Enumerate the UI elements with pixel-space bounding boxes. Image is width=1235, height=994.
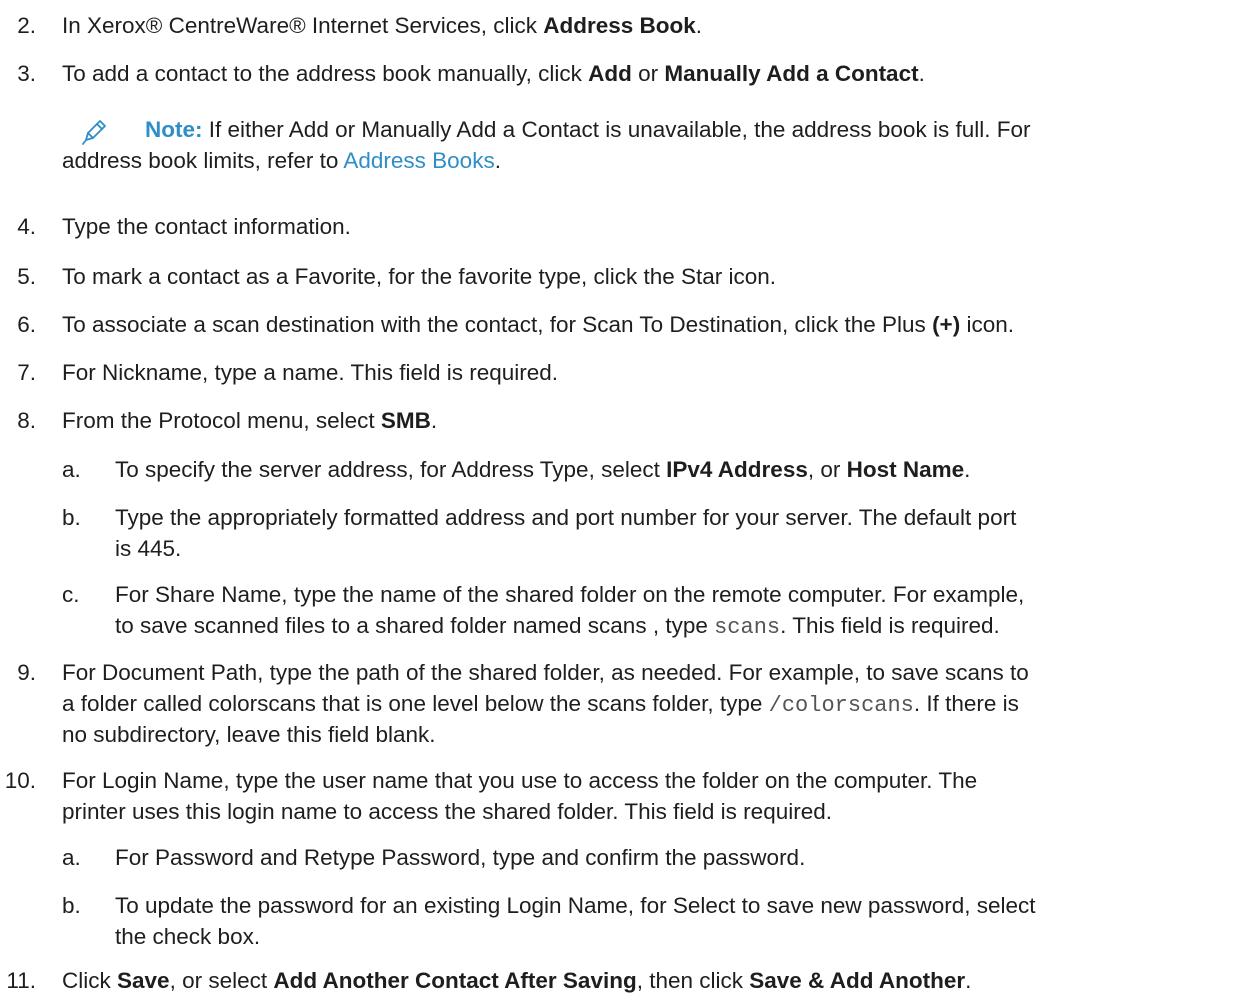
ui-term-ipv4-address: IPv4 Address bbox=[666, 457, 808, 482]
substep-letter: c. bbox=[62, 582, 80, 607]
step-text: For Nickname, type a name. This field is… bbox=[62, 360, 559, 385]
step-text: For Password and Retype Password, type a… bbox=[115, 845, 806, 870]
step-number: 8. bbox=[17, 408, 36, 433]
code-scans: scans bbox=[714, 615, 781, 640]
step-text: . This field is required. bbox=[780, 613, 1000, 638]
code-colorscans: /colorscans bbox=[768, 693, 914, 718]
step-text: For Login Name, type the user name that … bbox=[62, 768, 978, 793]
step-8c: c. For Share Name, type the name of the … bbox=[0, 579, 1235, 641]
step-8b: b. Type the appropriately formatted addr… bbox=[0, 502, 1235, 564]
note-text: address book limits, refer to bbox=[62, 148, 344, 173]
step-text: To update the password for an existing L… bbox=[115, 893, 1036, 918]
step-number: 10. bbox=[4, 768, 36, 793]
step-text: is 445. bbox=[115, 536, 182, 561]
step-number: 2. bbox=[17, 13, 36, 38]
step-10b: b. To update the password for an existin… bbox=[0, 890, 1235, 952]
step-text: , or select bbox=[169, 968, 274, 993]
step-number: 6. bbox=[17, 312, 36, 337]
ui-term-add-another-contact: Add Another Contact After Saving bbox=[273, 968, 637, 993]
step-text: a folder called colorscans that is one l… bbox=[62, 691, 769, 716]
ui-term-address-book: Address Book bbox=[543, 13, 696, 38]
punctuation: . bbox=[964, 457, 971, 482]
substep-letter: b. bbox=[62, 505, 81, 530]
step-text: printer uses this login name to access t… bbox=[62, 799, 832, 824]
punctuation: . bbox=[918, 61, 925, 86]
step-text: Type the contact information. bbox=[62, 214, 351, 239]
substep-letter: b. bbox=[62, 893, 81, 918]
step-text: To associate a scan destination with the… bbox=[62, 312, 933, 337]
step-text: From the Protocol menu, select bbox=[62, 408, 381, 433]
step-text: To add a contact to the address book man… bbox=[62, 61, 589, 86]
step-text: For Document Path, type the path of the … bbox=[62, 660, 1029, 685]
step-text: Type the appropriately formatted address… bbox=[115, 505, 1017, 530]
ui-term-smb: SMB bbox=[380, 408, 431, 433]
ui-term-manually-add-contact: Manually Add a Contact bbox=[664, 61, 919, 86]
ui-term-save-add-another: Save & Add Another bbox=[749, 968, 966, 993]
step-text: or bbox=[631, 61, 665, 86]
ui-term-host-name: Host Name bbox=[846, 457, 965, 482]
substep-letter: a. bbox=[62, 457, 81, 482]
punctuation: . bbox=[965, 968, 972, 993]
step-text: no subdirectory, leave this field blank. bbox=[62, 722, 436, 747]
ui-term-save: Save bbox=[117, 968, 170, 993]
step-number: 5. bbox=[17, 264, 36, 289]
ui-term-add: Add bbox=[588, 61, 632, 86]
note-block: Note: If either Add or Manually Add a Co… bbox=[0, 114, 1235, 184]
ui-term-plus: (+) bbox=[932, 312, 961, 337]
step-text: . If there is bbox=[913, 691, 1019, 716]
step-text: To specify the server address, for Addre… bbox=[115, 457, 667, 482]
step-text: , or bbox=[807, 457, 847, 482]
step-text: , then click bbox=[636, 968, 750, 993]
step-number: 9. bbox=[17, 660, 36, 685]
note-label: Note: bbox=[145, 117, 203, 142]
step-text: to save scanned files to a shared folder… bbox=[115, 613, 715, 638]
step-text: In Xerox® CentreWare® Internet Services,… bbox=[62, 13, 544, 38]
punctuation: . bbox=[430, 408, 438, 433]
step-text: the check box. bbox=[115, 924, 261, 949]
step-number: 4. bbox=[17, 214, 36, 239]
step-9: 9. For Document Path, type the path of t… bbox=[0, 657, 1235, 750]
step-10: 10. For Login Name, type the user name t… bbox=[0, 765, 1235, 827]
step-text: To mark a contact as a Favorite, for the… bbox=[62, 264, 777, 289]
punctuation: . bbox=[494, 148, 501, 173]
note-text: If either Add or Manually Add a Contact … bbox=[202, 117, 1031, 142]
address-books-link[interactable]: Address Books bbox=[343, 148, 494, 173]
step-number: 7. bbox=[17, 360, 36, 385]
document-page: 2. In Xerox® CentreWare® Internet Servic… bbox=[0, 0, 1235, 994]
step-text: icon. bbox=[960, 312, 1014, 337]
step-number: 11. bbox=[6, 968, 36, 993]
step-number: 3. bbox=[17, 61, 36, 86]
punctuation: . bbox=[695, 13, 703, 38]
step-text: For Share Name, type the name of the sha… bbox=[115, 582, 1025, 607]
substep-letter: a. bbox=[62, 845, 81, 870]
pencil-icon bbox=[82, 120, 106, 145]
step-text: Click bbox=[62, 968, 117, 993]
